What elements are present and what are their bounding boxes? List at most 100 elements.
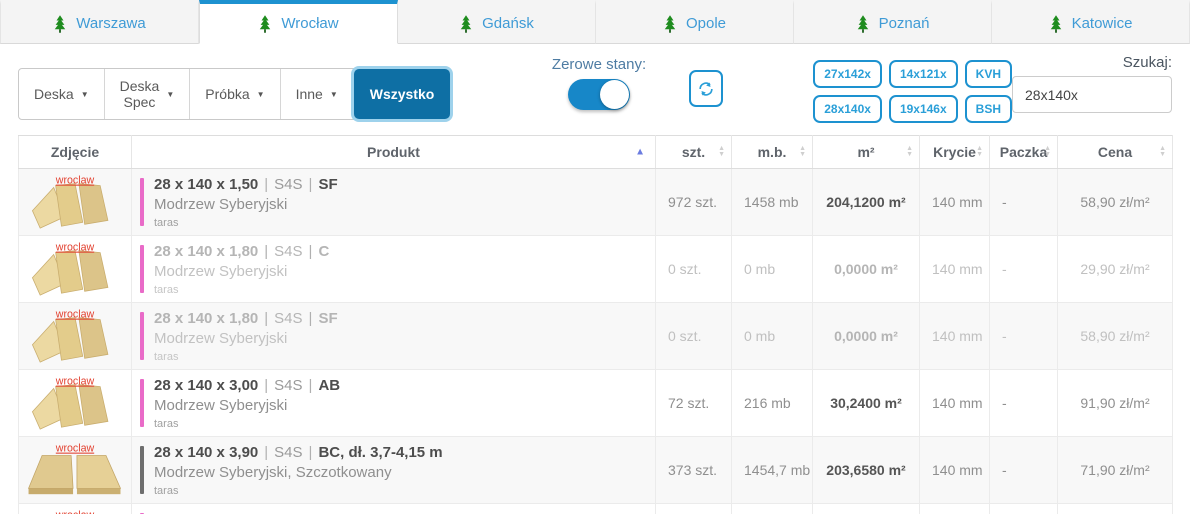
- size-filter-19x146x[interactable]: 19x146x: [888, 95, 958, 123]
- col-m2[interactable]: m² ▲ ▼: [812, 135, 920, 169]
- search-input[interactable]: [1012, 76, 1172, 113]
- zero-stock-label: Zerowe stany:: [551, 56, 647, 73]
- col-label: Krycie: [933, 144, 976, 160]
- wood-planks-image: wroclaw: [55, 510, 95, 514]
- size-filter-14x121x[interactable]: 14x121x: [888, 60, 958, 88]
- filter-probka-dropdown[interactable]: Próbka ▼: [190, 69, 281, 119]
- col-krycie[interactable]: Krycie ▲ ▼: [919, 135, 990, 169]
- product-image-cell: wroclaw: [18, 168, 132, 236]
- sort-icon: ▲ ▼: [976, 145, 983, 158]
- sort-icon: ▲ ▼: [718, 145, 725, 158]
- table-row[interactable]: wroclaw 28 x 140 x 1,50 | S4S | SF Modrzew S…: [18, 168, 1173, 236]
- table-row[interactable]: wroclaw 28 x 140 x 4,00|S4S|AB: [18, 503, 1173, 514]
- col-szt[interactable]: szt. ▲ ▼: [655, 135, 732, 169]
- col-label: Paczka: [999, 144, 1048, 160]
- wood-planks-image: wroclaw: [31, 309, 109, 363]
- size-filter-28x140x[interactable]: 28x140x: [813, 95, 882, 123]
- filter-inne-dropdown[interactable]: Inne ▼: [280, 69, 354, 119]
- products-table-wrap: Zdjęcie Produkt ▲ szt. ▲ ▼ m.b. ▲ ▼ m² ▲ ▼ Kryc…: [0, 135, 1190, 514]
- tab-katowice[interactable]: Katowice: [992, 0, 1190, 44]
- filter-deska-dropdown[interactable]: Deska ▼: [19, 69, 105, 119]
- filter-label: Próbka: [205, 86, 250, 102]
- tab-label: Gdańsk: [482, 15, 534, 32]
- size-quick-filters: 27x142x 14x121x KVH 28x140x 19x146x BSH: [813, 60, 1012, 123]
- mb-cell: 0 mb: [731, 302, 813, 370]
- product-image-cell: wroclaw: [18, 369, 132, 437]
- product-species: Modrzew Syberyjski: [154, 262, 288, 280]
- product-cell: 28 x 140 x 1,80 | S4S | SF Modrzew Syberyjsk…: [131, 302, 656, 370]
- watermark: wroclaw: [55, 376, 95, 388]
- tree-icon: [460, 14, 472, 33]
- tree-icon: [664, 14, 676, 33]
- table-row[interactable]: wroclaw 28 x 140 x 3,90 | S4S | BC, dł. 3,7-…: [18, 436, 1173, 504]
- table-row[interactable]: wroclaw 28 x 140 x 1,80 | S4S | SF Modrzew S…: [18, 302, 1173, 370]
- inventory-app: Warszawa Wrocław Gdańsk Opole Poznań Kat…: [0, 0, 1190, 514]
- wood-planks-image: wroclaw: [31, 376, 109, 430]
- paczka-cell: [989, 503, 1058, 514]
- watermark: wroclaw: [55, 175, 95, 187]
- qty-cell: 72 szt.: [655, 369, 732, 437]
- col-label: szt.: [681, 144, 706, 160]
- product-title: 28 x 140 x 3,90 | S4S | BC, dł. 3,7-4,15 m: [154, 443, 443, 461]
- table-row[interactable]: wroclaw 28 x 140 x 1,80 | S4S | C Modrzew Sy…: [18, 235, 1173, 303]
- size-filter-kvh[interactable]: KVH: [964, 60, 1012, 88]
- paczka-cell: -: [989, 436, 1058, 504]
- paczka-cell: -: [989, 235, 1058, 303]
- krycie-cell: 140 mm: [919, 369, 990, 437]
- m2-cell: 0,0000 m²: [812, 302, 920, 370]
- zero-stock-toggle[interactable]: [568, 79, 631, 110]
- col-mb[interactable]: m.b. ▲ ▼: [731, 135, 813, 169]
- products-table: Zdjęcie Produkt ▲ szt. ▲ ▼ m.b. ▲ ▼ m² ▲ ▼ Kryc…: [18, 135, 1173, 514]
- tab-poznan[interactable]: Poznań: [794, 0, 992, 44]
- price-cell: 91,90 zł/m²: [1057, 369, 1173, 437]
- col-paczka[interactable]: Paczka ▲ ▼: [989, 135, 1058, 169]
- price-cell: 71,90 zł/m²: [1057, 436, 1173, 504]
- m2-cell: 203,6580 m²: [812, 436, 920, 504]
- filter-wszystko-button[interactable]: Wszystko: [353, 69, 451, 119]
- product-type-filter-group: Deska ▼ Deska Spec ▼ Próbka ▼ Inne ▼ Wsz…: [18, 68, 452, 120]
- m2-cell: 30,2400 m²: [812, 369, 920, 437]
- tab-wroclaw[interactable]: Wrocław: [199, 0, 398, 44]
- col-produkt[interactable]: Produkt ▲: [131, 135, 656, 169]
- filter-label: Inne: [295, 86, 323, 102]
- product-image-cell: wroclaw: [18, 503, 132, 514]
- zero-stock-control: Zerowe stany:: [547, 56, 650, 110]
- sort-icon: ▲ ▼: [1159, 145, 1166, 158]
- tree-icon: [55, 14, 66, 33]
- chevron-down-icon: ▼: [329, 89, 338, 99]
- product-image-cell: wroclaw: [18, 302, 132, 370]
- refresh-button[interactable]: [688, 70, 724, 107]
- filter-deska-spec-dropdown[interactable]: Deska Spec ▼: [104, 69, 191, 119]
- mb-cell: 0 mb: [731, 235, 813, 303]
- sort-icon: ▲ ▼: [1044, 145, 1051, 158]
- tab-label: Opole: [685, 15, 727, 32]
- tab-opole[interactable]: Opole: [596, 0, 794, 44]
- chevron-down-icon: ▼: [166, 89, 175, 99]
- wood-boards-image: wroclaw: [27, 443, 122, 495]
- sort-icon: ▲ ▼: [906, 145, 913, 158]
- m2-cell: 204,1200 m²: [812, 168, 920, 236]
- wood-planks-image: wroclaw: [31, 175, 109, 229]
- watermark: wroclaw: [55, 443, 95, 455]
- size-filter-27x142x[interactable]: 27x142x: [813, 60, 882, 88]
- krycie-cell: 140 mm: [919, 436, 990, 504]
- sort-asc-icon: ▲: [635, 146, 645, 158]
- price-cell: [1057, 503, 1173, 514]
- table-row[interactable]: wroclaw 28 x 140 x 3,00 | S4S | AB Modrzew S…: [18, 369, 1173, 437]
- size-filter-bsh[interactable]: BSH: [964, 95, 1012, 123]
- col-label: m²: [857, 144, 875, 160]
- tab-warszawa[interactable]: Warszawa: [0, 0, 199, 44]
- product-species: Modrzew Syberyjski: [154, 396, 288, 414]
- product-title: 28 x 140 x 1,80 | S4S | SF: [154, 309, 338, 327]
- paczka-cell: -: [989, 168, 1058, 236]
- filter-label: Deska Spec: [119, 78, 160, 110]
- product-image-cell: wroclaw: [18, 235, 132, 303]
- product-cell: 28 x 140 x 4,00|S4S|AB: [131, 503, 656, 514]
- chevron-down-icon: ▼: [256, 89, 265, 99]
- product-cell: 28 x 140 x 3,90 | S4S | BC, dł. 3,7-4,15 m M…: [131, 436, 656, 504]
- tab-gdansk[interactable]: Gdańsk: [398, 0, 596, 44]
- category-color-bar: [140, 178, 144, 226]
- col-label: m.b.: [757, 144, 787, 160]
- col-cena[interactable]: Cena ▲ ▼: [1057, 135, 1173, 169]
- watermark: wroclaw: [55, 309, 95, 321]
